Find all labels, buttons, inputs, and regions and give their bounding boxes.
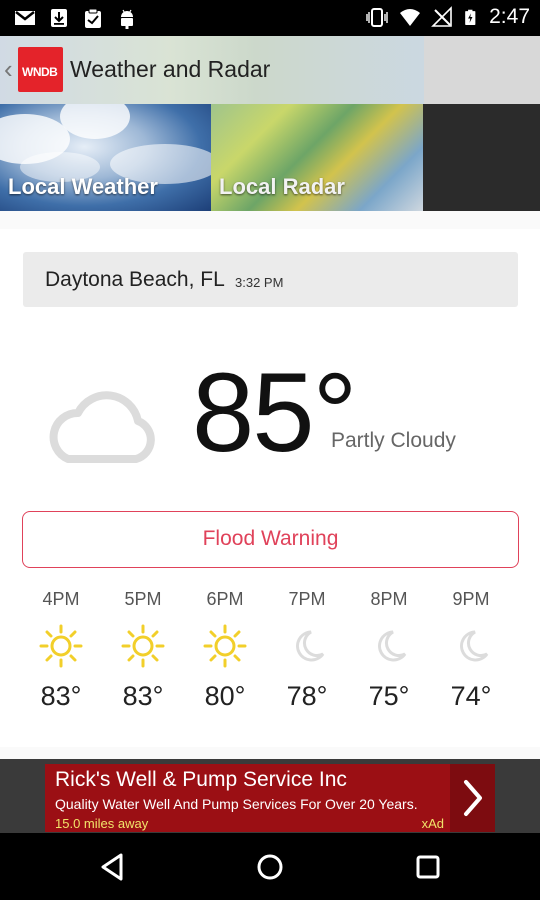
status-bar: 2:47 <box>0 0 540 36</box>
download-icon <box>51 9 67 27</box>
tab-label: Local Radar <box>219 174 345 199</box>
current-weather-card: Daytona Beach, FL 3:32 PM 85° Partly Clo… <box>0 229 540 766</box>
hour-temperature: 75° <box>368 681 410 711</box>
hour-label: 8PM <box>370 589 408 609</box>
ad-content[interactable]: Rick's Well & Pump Service Inc Quality W… <box>45 764 450 832</box>
hourly-item: 6PM 80° <box>184 589 266 712</box>
hour-temperature: 78° <box>286 681 328 711</box>
logo-text: WNDB <box>22 65 58 79</box>
vibrate-icon <box>366 8 388 27</box>
observation-time: 3:32 PM <box>235 275 284 290</box>
app-bar: ‹ WNDB Weather and Radar <box>0 36 540 104</box>
home-icon[interactable] <box>252 849 288 885</box>
hourly-item: 9PM 74° <box>430 589 512 712</box>
recents-icon[interactable] <box>410 849 446 885</box>
ad-title: Rick's Well & Pump Service Inc <box>55 768 347 791</box>
clipboard-check-icon <box>85 8 101 28</box>
back-icon[interactable] <box>95 849 131 885</box>
tab-label: Local Weather <box>8 174 158 199</box>
chevron-right-icon <box>464 780 482 816</box>
tab-strip: Local Weather Local Radar <box>0 104 540 315</box>
current-condition: Partly Cloudy <box>331 429 456 452</box>
hourly-forecast: 4PM 83° 5PM 83° 6PM 80° 7PM 78° 8PM 75° … <box>20 589 520 719</box>
location-bar[interactable]: Daytona Beach, FL 3:32 PM <box>23 252 518 307</box>
hour-label: 6PM <box>206 589 244 609</box>
app-title: Weather and Radar <box>70 56 271 82</box>
gmail-icon <box>15 11 35 25</box>
hour-label: 4PM <box>42 589 80 609</box>
wifi-icon <box>400 9 421 26</box>
hour-label: 5PM <box>124 589 162 609</box>
hourly-item: 7PM 78° <box>266 589 348 712</box>
tab-local-weather[interactable]: Local Weather <box>0 104 211 211</box>
navigation-bar <box>0 833 540 900</box>
tab-empty <box>423 104 540 211</box>
hour-label: 9PM <box>452 589 490 609</box>
moon-icon <box>378 630 407 662</box>
sun-icon <box>39 624 83 668</box>
hour-temperature: 83° <box>122 681 164 711</box>
no-signal-icon <box>431 6 452 27</box>
hour-temperature: 80° <box>204 681 246 711</box>
hourly-item: 4PM 83° <box>20 589 102 712</box>
ad-arrow-button[interactable] <box>450 764 495 832</box>
hour-temperature: 83° <box>40 681 82 711</box>
ad-subtitle: Quality Water Well And Pump Services For… <box>55 796 418 812</box>
ad-brand: xAd <box>421 816 444 831</box>
battery-charging-icon <box>465 9 476 25</box>
android-icon <box>121 9 133 29</box>
hour-label: 7PM <box>288 589 326 609</box>
hourly-item: 8PM 75° <box>348 589 430 712</box>
moon-icon <box>296 630 325 662</box>
flood-warning-button[interactable]: Flood Warning <box>22 511 519 568</box>
cloud-icon <box>49 391 155 463</box>
clock: 2:47 <box>489 5 530 28</box>
sun-icon <box>203 624 247 668</box>
sun-icon <box>121 624 165 668</box>
moon-icon <box>460 630 489 662</box>
app-logo[interactable]: WNDB <box>18 47 63 92</box>
alert-label: Flood Warning <box>202 527 339 550</box>
back-caret-icon[interactable]: ‹ <box>4 54 13 85</box>
weather-content[interactable]: Daytona Beach, FL 3:32 PM 85° Partly Clo… <box>0 211 540 766</box>
hour-temperature: 74° <box>450 681 492 711</box>
ad-distance: 15.0 miles away <box>55 816 149 831</box>
hourly-item: 5PM 83° <box>102 589 184 712</box>
ad-banner: Rick's Well & Pump Service Inc Quality W… <box>0 759 540 833</box>
tab-local-radar[interactable]: Local Radar <box>211 104 423 211</box>
location-name: Daytona Beach, FL <box>45 268 225 291</box>
